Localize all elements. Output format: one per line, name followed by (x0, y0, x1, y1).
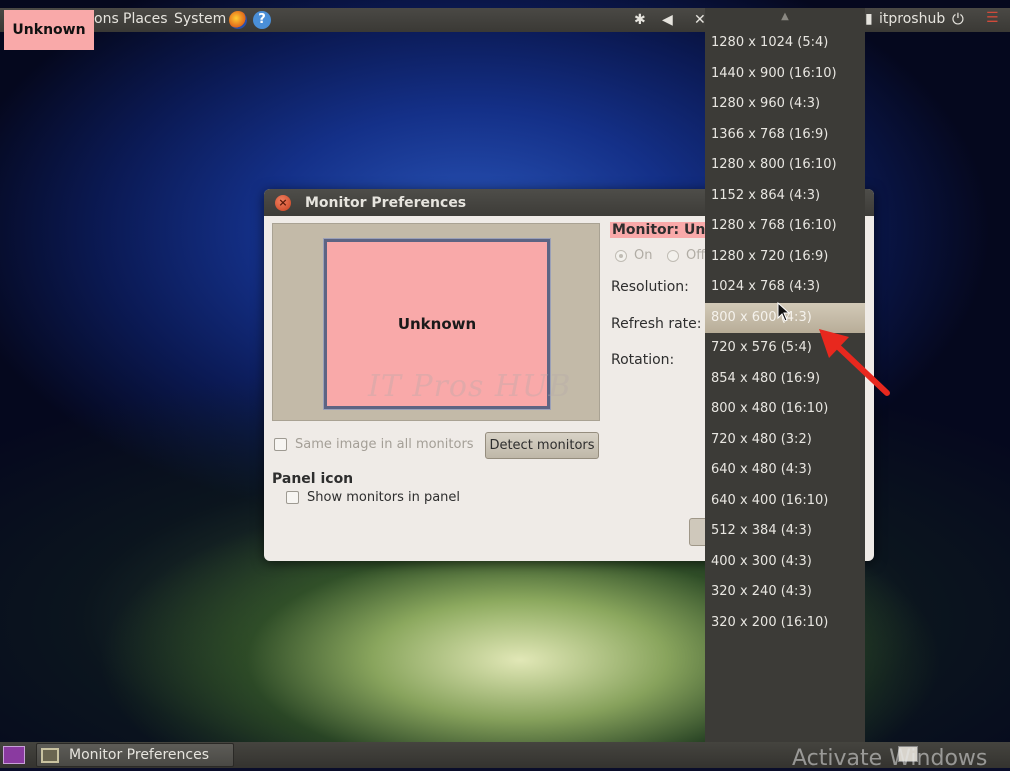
show-monitors-checkbox[interactable]: Show monitors in panel (286, 490, 460, 505)
user-name[interactable]: itproshub (879, 11, 945, 27)
resolution-option[interactable]: 1366 x 768 (16:9) (705, 120, 865, 150)
close-icon[interactable]: × (275, 194, 291, 211)
resolution-option[interactable]: 1152 x 864 (4:3) (705, 181, 865, 211)
radio-off[interactable]: Off (667, 248, 705, 263)
resolution-option[interactable]: 320 x 240 (4:3) (705, 577, 865, 607)
checkbox-box[interactable] (274, 438, 287, 451)
resolution-option[interactable]: 320 x 200 (16:10) (705, 608, 865, 638)
scroll-up-icon[interactable]: ▲ (705, 11, 865, 22)
radio-on[interactable]: On (615, 248, 652, 263)
show-monitors-label: Show monitors in panel (307, 490, 461, 505)
places-menu[interactable]: Places (123, 11, 168, 27)
resolution-option[interactable]: 1280 x 800 (16:10) (705, 150, 865, 180)
monitor-name-label: Monitor: Unk (610, 222, 717, 238)
detect-monitors-button[interactable]: Detect monitors (485, 432, 599, 459)
resolution-option[interactable]: 1280 x 720 (16:9) (705, 242, 865, 272)
monitor-layout-area[interactable]: Unknown IT Pros HUB (272, 223, 600, 421)
resolution-option[interactable]: 512 x 384 (4:3) (705, 516, 865, 546)
system-menu[interactable]: System (174, 11, 226, 27)
resolution-option[interactable]: 1280 x 960 (4:3) (705, 89, 865, 119)
checkbox-box[interactable] (286, 491, 299, 504)
taskbar-monitor-preferences[interactable]: Monitor Preferences (36, 743, 234, 767)
power-icon[interactable]: ⏻ (952, 10, 964, 28)
radio-off-indicator[interactable] (667, 249, 679, 262)
help-icon[interactable]: ? (253, 11, 271, 29)
red-arrow-icon (819, 329, 890, 396)
resolution-option[interactable]: 1440 x 900 (16:10) (705, 59, 865, 89)
same-image-label: Same image in all monitors (295, 437, 474, 452)
monitor-preview-label: Unknown (397, 315, 477, 333)
mouse-cursor-icon (777, 302, 791, 322)
mail-indicator-icon[interactable]: ✕ (694, 12, 706, 28)
applications-menu[interactable]: ons (94, 11, 119, 27)
same-image-checkbox[interactable]: Same image in all monitors (274, 437, 474, 452)
resolution-option[interactable]: 640 x 400 (16:10) (705, 486, 865, 516)
user-status-icon[interactable]: ▮ (865, 11, 873, 27)
bluetooth-icon[interactable]: ✱ (634, 12, 646, 28)
resolution-option[interactable]: 720 x 480 (3:2) (705, 425, 865, 455)
show-desktop-icon[interactable] (3, 746, 25, 764)
radio-off-label: Off (686, 248, 706, 263)
radio-on-label: On (634, 248, 653, 263)
rotation-label: Rotation: (611, 352, 675, 368)
resolution-option[interactable]: 400 x 300 (4:3) (705, 547, 865, 577)
refresh-rate-label: Refresh rate: (611, 316, 702, 332)
radio-on-indicator[interactable] (615, 249, 627, 262)
resolution-option[interactable]: 1280 x 1024 (5:4) (705, 28, 865, 58)
top-panel-right: ▮ itproshub ⏻ ☰ (865, 8, 1010, 32)
monitor-identify-label: Unknown (4, 10, 94, 50)
dialog-title: Monitor Preferences (305, 194, 467, 211)
firefox-icon[interactable] (229, 11, 247, 29)
resolution-option[interactable]: 1280 x 768 (16:10) (705, 211, 865, 241)
activate-windows-watermark: Activate Windows (792, 746, 988, 771)
resolution-option[interactable]: 1024 x 768 (4:3) (705, 272, 865, 302)
volume-icon[interactable]: ◀ (662, 12, 673, 28)
network-icon[interactable]: ☰ (986, 10, 999, 26)
taskbar-item-label: Monitor Preferences (69, 747, 210, 763)
resolution-option[interactable]: 640 x 480 (4:3) (705, 455, 865, 485)
resolution-label: Resolution: (611, 279, 689, 295)
panel-icon-heading: Panel icon (272, 471, 354, 487)
monitor-app-icon (41, 747, 59, 763)
watermark: IT Pros HUB (368, 369, 572, 404)
